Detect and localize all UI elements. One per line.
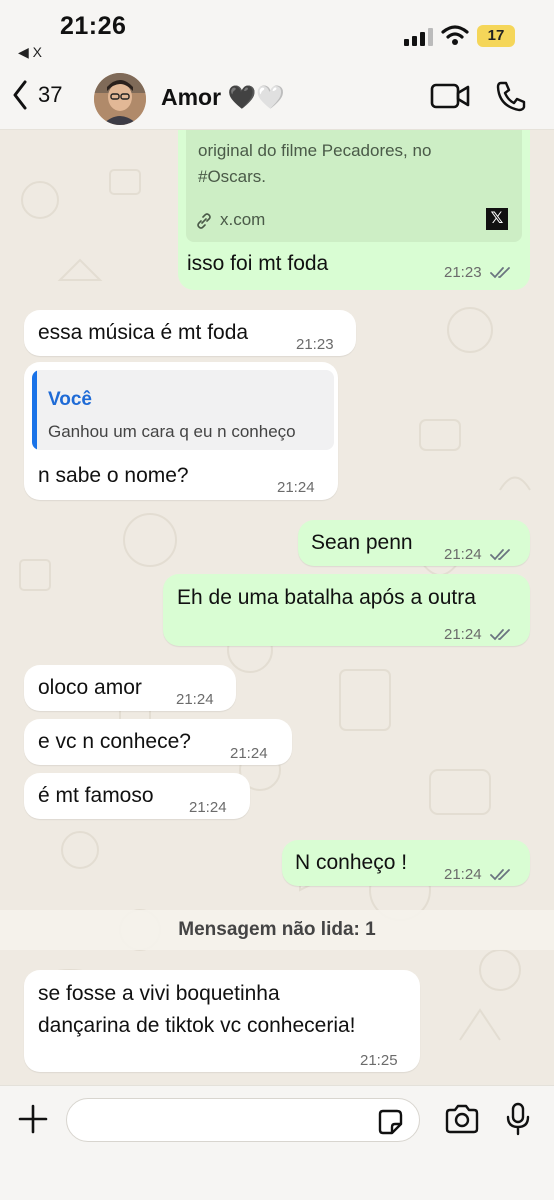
message-bubble-incoming[interactable]: essa música é mt foda 21:23 xyxy=(24,310,356,356)
message-text: essa música é mt foda xyxy=(38,321,249,344)
message-bubble-incoming[interactable]: é mt famoso 21:24 xyxy=(24,773,250,819)
message-time: 21:24 xyxy=(444,621,512,649)
message-time: 21:24 xyxy=(444,541,512,569)
message-text: oloco amor xyxy=(38,676,142,699)
unread-divider: Mensagem não lida: 1 xyxy=(0,910,554,950)
message-text: isso foi mt foda xyxy=(187,252,329,275)
message-time: 21:23 xyxy=(444,264,512,281)
link-preview-domain: x.com xyxy=(220,210,266,229)
message-input[interactable] xyxy=(66,1098,420,1142)
message-time-label: 21:24 xyxy=(444,546,482,563)
message-bubble-incoming-reply[interactable]: Você Ganhou um cara q eu n conheço n sab… xyxy=(24,362,338,500)
message-time-label: 21:23 xyxy=(444,264,482,281)
read-ticks-icon xyxy=(489,869,510,881)
chevron-left-icon xyxy=(13,80,27,110)
message-bubble-incoming[interactable]: se fosse a vivi boquetinha dançarina de … xyxy=(24,970,420,1072)
back-to-app-link[interactable]: ◀ X xyxy=(18,44,42,61)
message-bubble-incoming[interactable]: oloco amor 21:24 xyxy=(24,665,236,711)
message-bubble-incoming[interactable]: e vc n conhece? 21:24 xyxy=(24,719,292,765)
message-text: é mt famoso xyxy=(38,784,154,807)
message-time: 21:24 xyxy=(277,479,315,496)
x-logo-icon: 𝕏 xyxy=(486,208,508,230)
wifi-icon xyxy=(441,25,469,45)
back-button[interactable]: 37 xyxy=(12,80,62,110)
message-text-line-2: dançarina de tiktok vc conheceria! xyxy=(38,1014,356,1037)
quoted-author: Você xyxy=(48,389,93,410)
message-time: 21:24 xyxy=(176,691,214,708)
unread-chats-count: 37 xyxy=(38,82,63,107)
status-time: 21:26 xyxy=(60,12,127,40)
message-bubble-outgoing[interactable]: N conheço ! 21:24 xyxy=(282,840,530,886)
message-bubble-outgoing[interactable]: Sean penn 21:24 xyxy=(298,520,530,566)
contact-avatar[interactable] xyxy=(94,73,146,125)
read-ticks-icon xyxy=(489,267,510,279)
avatar-photo xyxy=(94,73,146,125)
microphone-icon[interactable] xyxy=(505,1102,531,1136)
message-composer xyxy=(0,1085,554,1200)
message-time: 21:25 xyxy=(360,1052,398,1069)
message-text-line-1: se fosse a vivi boquetinha xyxy=(38,982,280,1005)
message-text: Eh de uma batalha após a outra xyxy=(177,586,476,609)
read-ticks-icon xyxy=(489,549,510,561)
message-time-label: 21:24 xyxy=(444,866,482,883)
message-time-label: 21:24 xyxy=(444,626,482,643)
quoted-text: Ganhou um cara q eu n conheço xyxy=(48,422,296,441)
chat-header: 37 Amor 🖤🤍 xyxy=(0,68,554,130)
message-time: 21:24 xyxy=(230,745,268,762)
message-bubble-link-preview[interactable]: original do filme Pecadores, no #Oscars.… xyxy=(178,130,530,290)
message-text: Sean penn xyxy=(311,531,413,554)
message-time: 21:24 xyxy=(444,861,512,889)
message-text: e vc n conhece? xyxy=(38,730,191,753)
sticker-icon[interactable] xyxy=(376,1108,404,1136)
status-bar: 21:26 ◀ X 17 xyxy=(0,0,554,68)
plus-icon[interactable] xyxy=(18,1104,48,1134)
link-preview-description: original do filme Pecadores, no #Oscars. xyxy=(198,141,432,186)
message-time: 21:23 xyxy=(296,336,334,353)
message-bubble-outgoing[interactable]: Eh de uma batalha após a outra 21:24 xyxy=(163,574,530,646)
link-icon xyxy=(197,213,211,229)
message-text: n sabe o nome? xyxy=(38,464,189,487)
contact-name[interactable]: Amor 🖤🤍 xyxy=(161,84,285,111)
message-text: N conheço ! xyxy=(295,851,408,874)
quoted-message[interactable]: Você Ganhou um cara q eu n conheço xyxy=(32,370,334,450)
battery-indicator: 17 xyxy=(477,25,515,47)
link-preview-card[interactable]: original do filme Pecadores, no #Oscars.… xyxy=(186,130,522,242)
signal-icon xyxy=(404,28,433,46)
phone-call-icon[interactable] xyxy=(495,80,527,112)
read-ticks-icon xyxy=(489,629,510,641)
message-time: 21:24 xyxy=(189,799,227,816)
quote-accent-bar xyxy=(32,370,37,450)
video-call-icon[interactable] xyxy=(430,82,470,110)
camera-icon[interactable] xyxy=(444,1104,480,1134)
